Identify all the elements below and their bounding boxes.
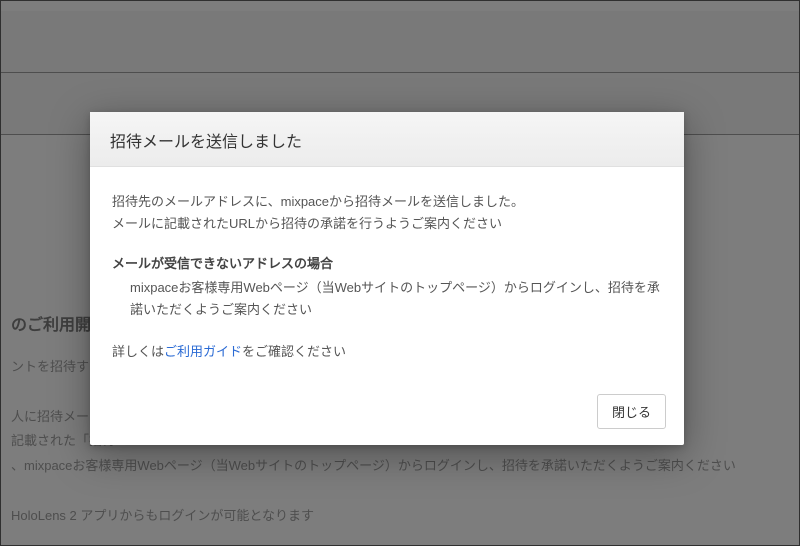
modal-overlay[interactable]: 招待メールを送信しました 招待先のメールアドレスに、mixpaceから招待メール…	[0, 0, 800, 546]
link-suffix: をご確認ください	[242, 344, 346, 359]
dialog-paragraph: 招待先のメールアドレスに、mixpaceから招待メールを送信しました。 メールに…	[112, 191, 662, 235]
link-prefix: 詳しくは	[112, 344, 164, 359]
dialog-header: 招待メールを送信しました	[90, 112, 684, 167]
dialog-text-line: 招待先のメールアドレスに、mixpaceから招待メールを送信しました。	[112, 191, 662, 213]
usage-guide-link[interactable]: ご利用ガイド	[164, 344, 242, 359]
dialog-link-line: 詳しくはご利用ガイドをご確認ください	[112, 341, 662, 363]
close-button[interactable]: 閉じる	[597, 394, 666, 429]
dialog-subheading: メールが受信できないアドレスの場合	[112, 253, 662, 275]
invitation-sent-dialog: 招待メールを送信しました 招待先のメールアドレスに、mixpaceから招待メール…	[90, 112, 684, 445]
dialog-title: 招待メールを送信しました	[110, 128, 664, 152]
dialog-subbody: mixpaceお客様専用Webページ（当Webサイトのトップページ）からログイン…	[112, 277, 662, 321]
dialog-footer: 閉じる	[90, 382, 684, 445]
dialog-text-line: メールに記載されたURLから招待の承諾を行うようご案内ください	[112, 213, 662, 235]
dialog-body: 招待先のメールアドレスに、mixpaceから招待メールを送信しました。 メールに…	[90, 167, 684, 382]
